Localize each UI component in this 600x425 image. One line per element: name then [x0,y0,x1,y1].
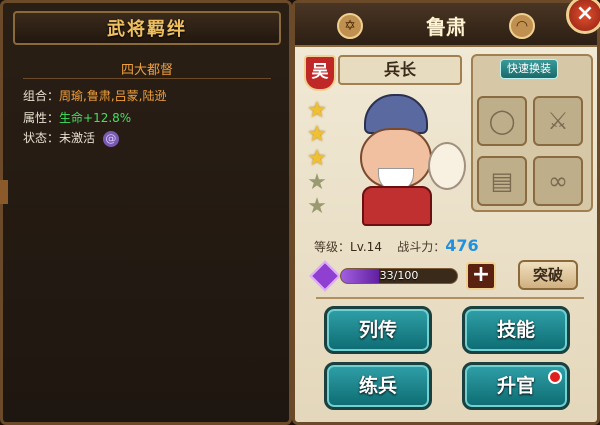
hero-fan [428,142,466,190]
hero-stats: 等级：Lv.14 战斗力：476 [314,236,479,255]
bond-subtitle: 四大都督 [23,59,271,79]
star-icon: ★ [307,122,327,147]
bond-panel: 武将羁绊 四大都督 组合：周瑜,鲁肃,吕蒙,陆逊 属性：生命+12.8% 状态：… [0,0,292,425]
add-exp-button[interactable]: + [466,262,496,290]
exp-text: 33/100 [379,269,419,282]
star-empty-icon: ★ [307,170,327,195]
level-label: 等级： [314,240,351,254]
hero-header: 鲁肃 ✡ ◠ [295,3,597,47]
fan-icon[interactable]: ◠ [509,13,535,39]
biography-button[interactable]: 列传 [324,306,432,354]
attr-row: 属性：生命+12.8% [23,109,131,126]
status-value: 未激活 [59,131,96,145]
faction-badge: 吴 [304,55,336,91]
breakthrough-button[interactable]: 突破 [518,260,578,290]
attr-label: 属性： [23,111,60,125]
star-emblem-icon[interactable]: ✡ [337,13,363,39]
left-arrow-icon[interactable] [0,180,8,204]
bond-header: 武将羁绊 [13,11,281,45]
rank-label: 兵长 [338,55,462,85]
bond-subtitle-text: 四大都督 [120,63,173,78]
beads-slot-icon[interactable]: ∞ [533,156,583,206]
notification-dot [548,370,562,384]
combo-label: 组合： [23,89,60,103]
star-empty-icon: ★ [307,194,327,219]
power-label: 战斗力： [397,240,446,254]
divider [316,297,584,299]
attr-value: 生命+12.8% [59,111,132,125]
skills-button[interactable]: 技能 [462,306,570,354]
axe-slot-icon[interactable]: ⚔ [533,96,583,146]
status-row: 状态：未激活 @ [23,129,119,147]
power-value: 476 [445,236,479,255]
close-button[interactable]: × [566,0,600,34]
exp-bar: 33/100 [340,268,458,284]
swirl-icon[interactable]: @ [102,130,119,147]
status-label: 状态： [23,131,60,145]
scroll-slot-icon[interactable]: ▤ [477,156,527,206]
hero-body [362,186,432,226]
combo-row: 组合：周瑜,鲁肃,吕蒙,陆逊 [23,87,166,104]
star-icon: ★ [307,98,327,123]
hero-portrait [338,90,466,230]
combo-value: 周瑜,鲁肃,吕蒙,陆逊 [59,89,167,103]
train-button[interactable]: 练兵 [324,362,432,410]
star-icon: ★ [307,146,327,171]
quick-equip-button[interactable]: 快速换装 [500,59,558,79]
ring-slot-icon[interactable]: ◯ [477,96,527,146]
bond-title: 武将羁绊 [107,19,187,40]
level-value: Lv.14 [350,240,382,254]
